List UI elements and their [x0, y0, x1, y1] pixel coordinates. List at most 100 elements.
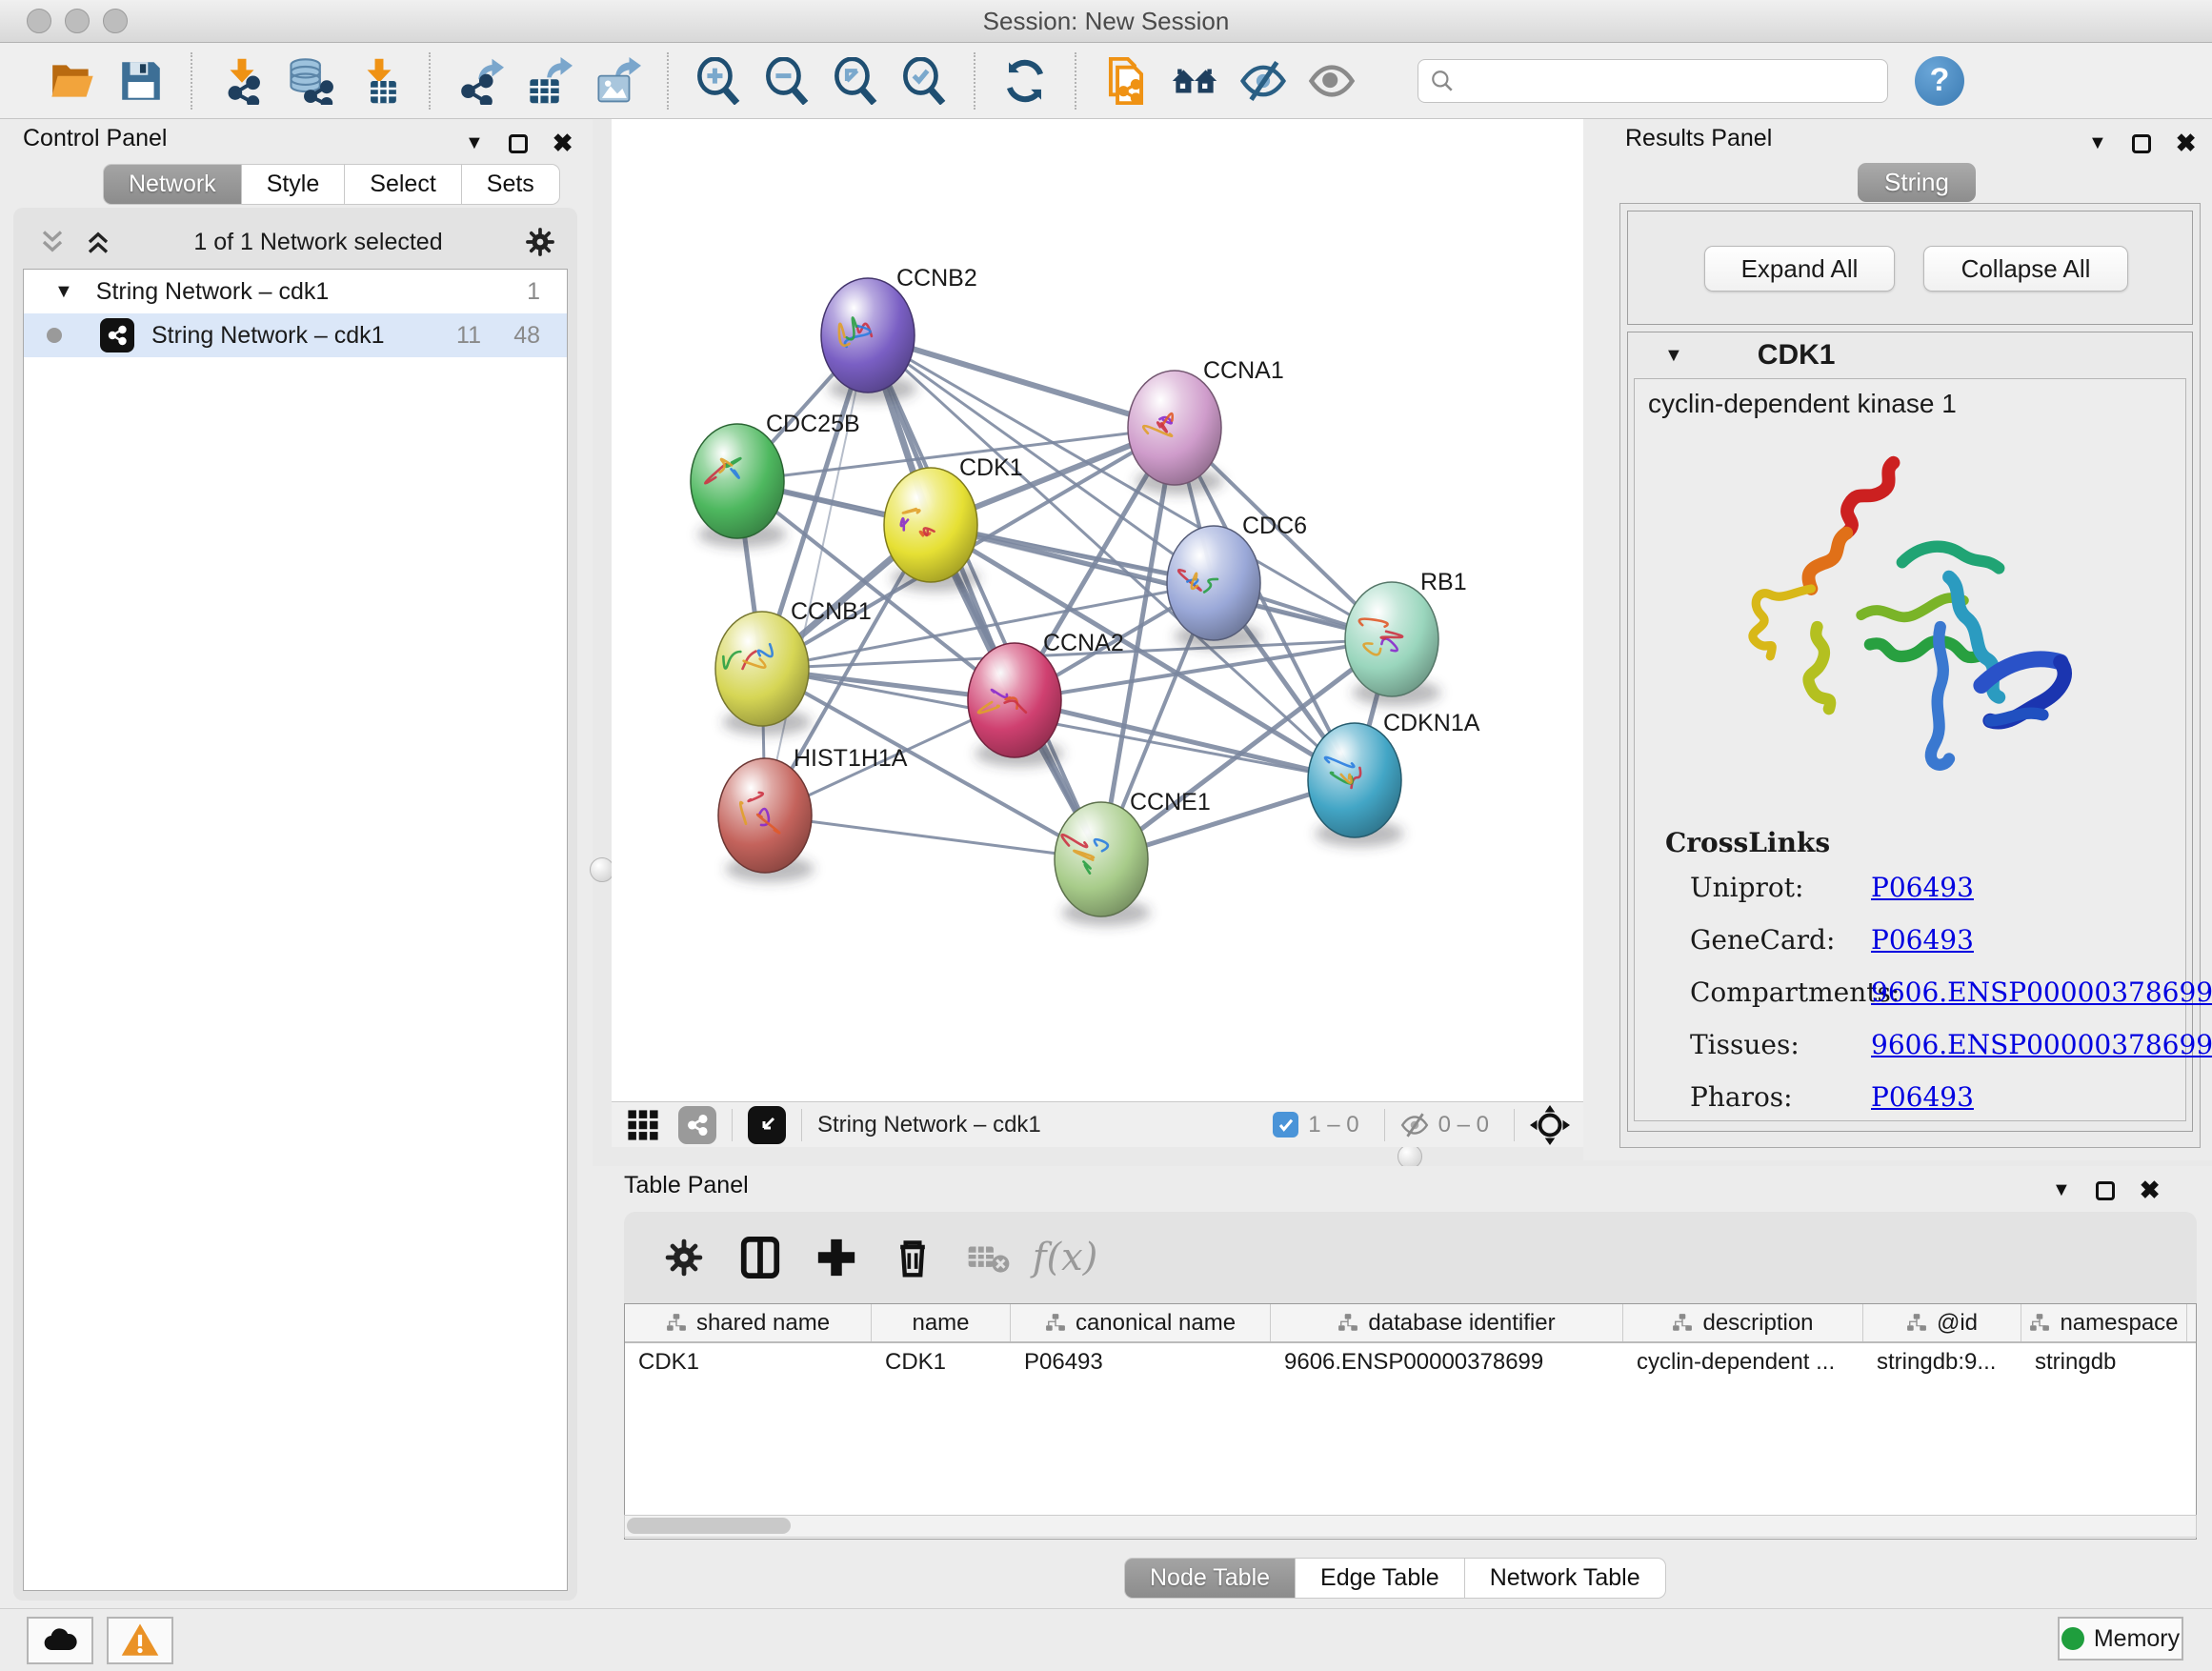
network-edge-CDK1-RB1[interactable] — [931, 525, 1392, 639]
grid-view-icon[interactable] — [627, 1109, 659, 1141]
export-network-button[interactable] — [452, 53, 508, 109]
import-table-button[interactable] — [352, 53, 407, 109]
cloud-button[interactable] — [27, 1617, 93, 1664]
results-panel-close-icon[interactable]: ✖ — [2176, 129, 2197, 158]
import-network-button[interactable] — [214, 53, 270, 109]
duplicate-network-button[interactable] — [1098, 53, 1154, 109]
export-image-button[interactable] — [590, 53, 645, 109]
save-session-button[interactable] — [113, 53, 169, 109]
column-header-shared-name[interactable]: shared name — [625, 1304, 872, 1341]
network-node-CCNB2[interactable]: CCNB2 — [821, 265, 977, 402]
column-header-namespace[interactable]: namespace — [2021, 1304, 2187, 1341]
results-panel-collapse-icon[interactable]: ▼ — [2088, 132, 2107, 154]
search-input[interactable] — [1455, 68, 1855, 94]
network-node-CDKN1A[interactable]: CDKN1A — [1308, 710, 1480, 847]
network-node-CDC6[interactable]: CDC6 — [1167, 513, 1307, 650]
network-node-CCNA1[interactable]: CCNA1 — [1128, 357, 1284, 494]
birds-eye-view-icon[interactable] — [1530, 1105, 1570, 1145]
protein-section-header[interactable]: ▼ CDK1 — [1628, 332, 2192, 378]
network-node-CDK1[interactable]: CDK1 — [884, 454, 1023, 592]
network-node-CCNA2[interactable]: CCNA2 — [968, 630, 1124, 767]
network-node-CCNE1[interactable]: CCNE1 — [1055, 789, 1211, 926]
network-node-RB1[interactable]: RB1 — [1345, 569, 1467, 706]
refresh-button[interactable] — [997, 53, 1053, 109]
gear-icon[interactable] — [524, 226, 556, 258]
column-header-description[interactable]: description — [1623, 1304, 1863, 1341]
tab-edge-table[interactable]: Edge Table — [1296, 1558, 1465, 1599]
crosslink-genecard[interactable]: P06493 — [1871, 924, 1974, 956]
network-row[interactable]: String Network – cdk1 11 48 — [24, 313, 567, 357]
scrollbar-thumb[interactable] — [627, 1518, 791, 1534]
tab-node-table[interactable]: Node Table — [1124, 1558, 1296, 1599]
table-cell[interactable]: stringdb:9... — [1863, 1343, 2021, 1381]
network-canvas[interactable]: CCNB2CCNA1CDC25BCDK1CDC6RB1CCNB1CCNA2CDK… — [612, 119, 1583, 1101]
string-results-tab[interactable]: String — [1858, 163, 1976, 202]
zoom-selected-button[interactable] — [896, 53, 952, 109]
first-neighbors-button[interactable] — [1167, 53, 1222, 109]
table-cell[interactable]: stringdb — [2021, 1343, 2187, 1381]
expand-all-icon[interactable] — [84, 228, 112, 256]
collapse-all-icon[interactable] — [38, 228, 67, 256]
column-header-database-identifier[interactable]: database identifier — [1271, 1304, 1623, 1341]
hide-selected-button[interactable] — [1236, 53, 1291, 109]
expand-all-button[interactable]: Expand All — [1704, 246, 1895, 292]
refresh-icon — [1001, 57, 1049, 105]
column-header-canonical-name[interactable]: canonical name — [1011, 1304, 1271, 1341]
table-cell[interactable]: cyclin-dependent ... — [1623, 1343, 1863, 1381]
help-button[interactable]: ? — [1915, 56, 1964, 106]
network-node-CDC25B[interactable]: CDC25B — [691, 411, 860, 548]
table-settings-button[interactable] — [654, 1228, 714, 1287]
table-panel-close-icon[interactable]: ✖ — [2140, 1176, 2161, 1205]
window-zoom-button[interactable] — [103, 9, 128, 33]
network-edge-HIST1H1A-CCNE1[interactable] — [765, 815, 1101, 859]
warnings-button[interactable] — [107, 1617, 173, 1664]
open-session-button[interactable] — [45, 53, 100, 109]
control-panel-close-icon[interactable]: ✖ — [553, 129, 573, 158]
tab-network-table[interactable]: Network Table — [1465, 1558, 1666, 1599]
network-edge-CCNB2-CCNE1[interactable] — [868, 335, 1101, 859]
results-panel-float-icon[interactable] — [2132, 134, 2151, 153]
control-panel-collapse-icon[interactable]: ▼ — [465, 132, 484, 154]
show-all-button[interactable] — [1304, 53, 1359, 109]
window-close-button[interactable] — [27, 9, 51, 33]
zoom-out-button[interactable] — [759, 53, 814, 109]
table-cell[interactable]: 9606.ENSP00000378699 — [1271, 1343, 1623, 1381]
window-minimize-button[interactable] — [65, 9, 90, 33]
network-collection-row[interactable]: ▼ String Network – cdk1 1 — [24, 270, 567, 313]
export-table-button[interactable] — [521, 53, 576, 109]
create-column-button[interactable] — [807, 1228, 866, 1287]
crosslink-pharos[interactable]: P06493 — [1871, 1081, 1974, 1113]
table-panel-float-icon[interactable] — [2096, 1181, 2115, 1200]
crosslink-tissues[interactable]: 9606.ENSP00000378699 — [1871, 1029, 2212, 1060]
selected-checkbox-icon[interactable] — [1273, 1112, 1298, 1137]
column-header--id[interactable]: @id — [1863, 1304, 2021, 1341]
table-row[interactable]: CDK1CDK1P064939606.ENSP00000378699cyclin… — [625, 1343, 2196, 1381]
section-collapse-icon[interactable]: ▼ — [1664, 345, 1683, 367]
tab-style[interactable]: Style — [242, 164, 346, 205]
collapse-all-button[interactable]: Collapse All — [1923, 246, 2128, 292]
tree-expand-icon[interactable]: ▼ — [54, 281, 73, 303]
table-horizontal-scrollbar[interactable] — [624, 1515, 2197, 1538]
table-cell[interactable]: CDK1 — [625, 1343, 872, 1381]
table-cell[interactable]: P06493 — [1011, 1343, 1271, 1381]
left-splitter[interactable] — [593, 119, 612, 1147]
table-panel-collapse-icon[interactable]: ▼ — [2052, 1179, 2071, 1201]
delete-column-button[interactable] — [883, 1228, 942, 1287]
detach-view-button[interactable] — [748, 1106, 786, 1144]
zoom-fit-button[interactable] — [828, 53, 883, 109]
tab-select[interactable]: Select — [345, 164, 461, 205]
import-network-database-button[interactable] — [283, 53, 338, 109]
crosslink-uniprot[interactable]: P06493 — [1871, 872, 1974, 903]
column-header-name[interactable]: name — [872, 1304, 1011, 1341]
zoom-in-button[interactable] — [691, 53, 746, 109]
crosslink-compartments[interactable]: 9606.ENSP00000378699 — [1871, 976, 2212, 1008]
tab-network[interactable]: Network — [103, 164, 242, 205]
network-list-view-icon[interactable] — [678, 1106, 716, 1144]
show-columns-button[interactable] — [731, 1228, 790, 1287]
table-cell[interactable]: CDK1 — [872, 1343, 1011, 1381]
tab-sets[interactable]: Sets — [462, 164, 560, 205]
control-panel-float-icon[interactable] — [509, 134, 528, 153]
network-node-HIST1H1A[interactable]: HIST1H1A — [718, 745, 908, 882]
network-edge-CCNB2-HIST1H1A[interactable] — [765, 335, 868, 815]
memory-button[interactable]: Memory — [2058, 1617, 2183, 1661]
